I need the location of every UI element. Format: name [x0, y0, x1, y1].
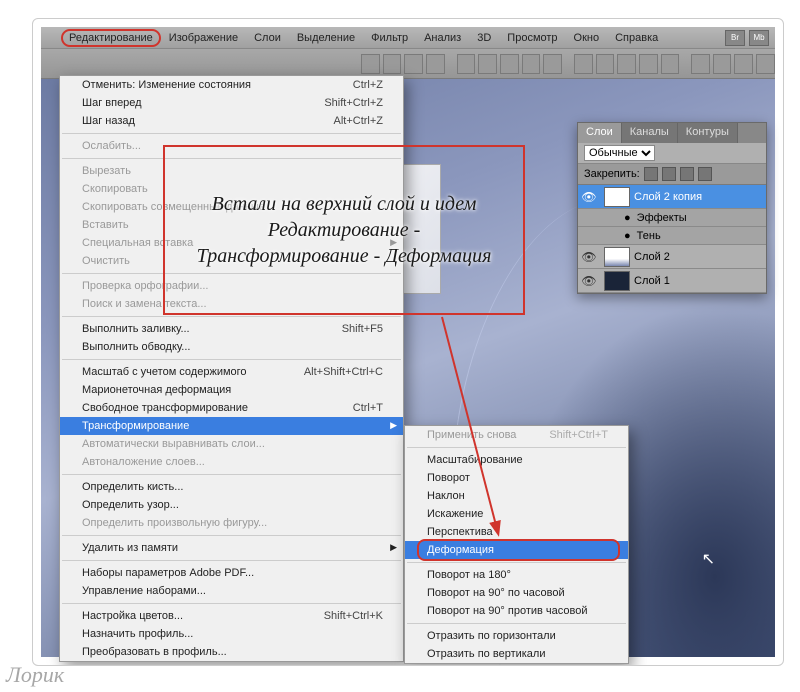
menubar-item-9[interactable]: Справка: [607, 29, 666, 47]
toolbar-btn-1[interactable]: [383, 54, 402, 74]
toolbar-btn-13[interactable]: [661, 54, 680, 74]
lock-paint-icon[interactable]: [662, 167, 676, 181]
menu-item[interactable]: Деформация: [405, 541, 628, 559]
menu-item[interactable]: Масштаб с учетом содержимогоAlt+Shift+Ct…: [60, 363, 403, 381]
layer-effect-row[interactable]: ●Эффекты: [578, 209, 766, 227]
menu-item[interactable]: Определить узор...: [60, 496, 403, 514]
toolbar-btn-10[interactable]: [596, 54, 615, 74]
menu-item: Применить сноваShift+Ctrl+T: [405, 426, 628, 444]
toolbar-btn-15[interactable]: [713, 54, 732, 74]
cursor-icon: ↖: [702, 549, 715, 569]
visibility-icon[interactable]: 👁: [578, 190, 600, 204]
menu-item[interactable]: Поворот на 90° против часовой: [405, 602, 628, 620]
layers-panel[interactable]: СлоиКаналыКонтуры Обычные Закрепить: 👁 Сл…: [577, 122, 767, 294]
toolbar-btn-6[interactable]: [500, 54, 519, 74]
menu-item[interactable]: Марионеточная деформация: [60, 381, 403, 399]
annotation-text: Встали на верхний слой и идем Редактиров…: [183, 191, 505, 269]
menu-item[interactable]: Поворот: [405, 469, 628, 487]
menu-item[interactable]: Шаг впередShift+Ctrl+Z: [60, 94, 403, 112]
menu-item: Определить произвольную фигуру...: [60, 514, 403, 532]
layers-tab-1[interactable]: Каналы: [622, 123, 678, 143]
toolbar-btn-11[interactable]: [617, 54, 636, 74]
menubar-item-0[interactable]: Редактирование: [61, 29, 161, 47]
lock-all-icon[interactable]: [698, 167, 712, 181]
menubar-btn-mb[interactable]: Mb: [749, 30, 769, 46]
layer-name: Слой 1: [634, 275, 670, 287]
menu-item[interactable]: Отразить по вертикали: [405, 645, 628, 663]
toolbar-btn-2[interactable]: [404, 54, 423, 74]
layer-thumbnail: [604, 247, 630, 267]
layer-row[interactable]: 👁 Слой 2 копия: [578, 185, 766, 209]
blend-mode-select[interactable]: Обычные: [584, 145, 655, 161]
menu-item[interactable]: Наборы параметров Adobe PDF...: [60, 564, 403, 582]
lock-position-icon[interactable]: [680, 167, 694, 181]
layers-tab-0[interactable]: Слои: [578, 123, 622, 143]
menu-item[interactable]: Выполнить заливку...Shift+F5: [60, 320, 403, 338]
menu-item[interactable]: Выполнить обводку...: [60, 338, 403, 356]
layers-panel-tabs[interactable]: СлоиКаналыКонтуры: [578, 123, 766, 143]
menu-item: Автоналожение слоев...: [60, 453, 403, 471]
menu-item[interactable]: Свободное трансформированиеCtrl+T: [60, 399, 403, 417]
menubar-item-2[interactable]: Слои: [246, 29, 289, 47]
menu-item[interactable]: Трансформирование▶: [60, 417, 403, 435]
layer-name: Слой 2: [634, 251, 670, 263]
layer-row[interactable]: 👁 Слой 2: [578, 245, 766, 269]
visibility-icon[interactable]: 👁: [578, 274, 600, 288]
lock-row[interactable]: Закрепить:: [578, 164, 766, 185]
menu-item[interactable]: Перспектива: [405, 523, 628, 541]
toolbar-btn-16[interactable]: [734, 54, 753, 74]
visibility-icon[interactable]: 👁: [578, 250, 600, 264]
menubar-item-5[interactable]: Анализ: [416, 29, 469, 47]
menubar-item-3[interactable]: Выделение: [289, 29, 363, 47]
menu-item[interactable]: Наклон: [405, 487, 628, 505]
layer-effect-row[interactable]: ●Тень: [578, 227, 766, 245]
menu-item[interactable]: Определить кисть...: [60, 478, 403, 496]
menu-item[interactable]: Удалить из памяти▶: [60, 539, 403, 557]
menu-item[interactable]: Отменить: Изменение состоянияCtrl+Z: [60, 76, 403, 94]
toolbar-btn-14[interactable]: [691, 54, 710, 74]
toolbar-btn-5[interactable]: [478, 54, 497, 74]
menu-item[interactable]: Искажение: [405, 505, 628, 523]
menubar: РедактированиеИзображениеСлоиВыделениеФи…: [41, 27, 775, 49]
toolbar-btn-12[interactable]: [639, 54, 658, 74]
toolbar-btn-9[interactable]: [574, 54, 593, 74]
blend-mode-row[interactable]: Обычные: [578, 143, 766, 164]
menu-item: Автоматически выравнивать слои...: [60, 435, 403, 453]
transform-submenu[interactable]: Применить сноваShift+Ctrl+T Масштабирован…: [404, 425, 629, 664]
menubar-item-4[interactable]: Фильтр: [363, 29, 416, 47]
menu-item[interactable]: Назначить профиль...: [60, 625, 403, 643]
watermark: Лорик: [6, 662, 64, 688]
layer-row[interactable]: 👁 Слой 1: [578, 269, 766, 293]
toolbar-btn-17[interactable]: [756, 54, 775, 74]
menubar-btn-br[interactable]: Br: [725, 30, 745, 46]
menu-item[interactable]: Преобразовать в профиль...: [60, 643, 403, 661]
toolbar-btn-4[interactable]: [457, 54, 476, 74]
menu-item[interactable]: Отразить по горизонтали: [405, 627, 628, 645]
menu-item[interactable]: Масштабирование: [405, 451, 628, 469]
toolbar-btn-7[interactable]: [522, 54, 541, 74]
menubar-item-7[interactable]: Просмотр: [499, 29, 565, 47]
lock-label: Закрепить:: [584, 168, 640, 180]
menu-item[interactable]: Поворот на 90° по часовой: [405, 584, 628, 602]
layers-tab-2[interactable]: Контуры: [678, 123, 738, 143]
menu-item[interactable]: Настройка цветов...Shift+Ctrl+K: [60, 607, 403, 625]
layer-thumbnail: [604, 187, 630, 207]
toolbar-btn-3[interactable]: [426, 54, 445, 74]
annotation-callout: Встали на верхний слой и идем Редактиров…: [163, 145, 525, 315]
menu-item[interactable]: Поворот на 180°: [405, 566, 628, 584]
menu-item[interactable]: Шаг назадAlt+Ctrl+Z: [60, 112, 403, 130]
menubar-item-6[interactable]: 3D: [469, 29, 499, 47]
toolbar-btn-0[interactable]: [361, 54, 380, 74]
lock-transparency-icon[interactable]: [644, 167, 658, 181]
menu-item[interactable]: Управление наборами...: [60, 582, 403, 600]
layer-thumbnail: [604, 271, 630, 291]
toolbar-btn-8[interactable]: [543, 54, 562, 74]
menubar-item-8[interactable]: Окно: [566, 29, 608, 47]
menubar-item-1[interactable]: Изображение: [161, 29, 246, 47]
layer-name: Слой 2 копия: [634, 191, 702, 203]
